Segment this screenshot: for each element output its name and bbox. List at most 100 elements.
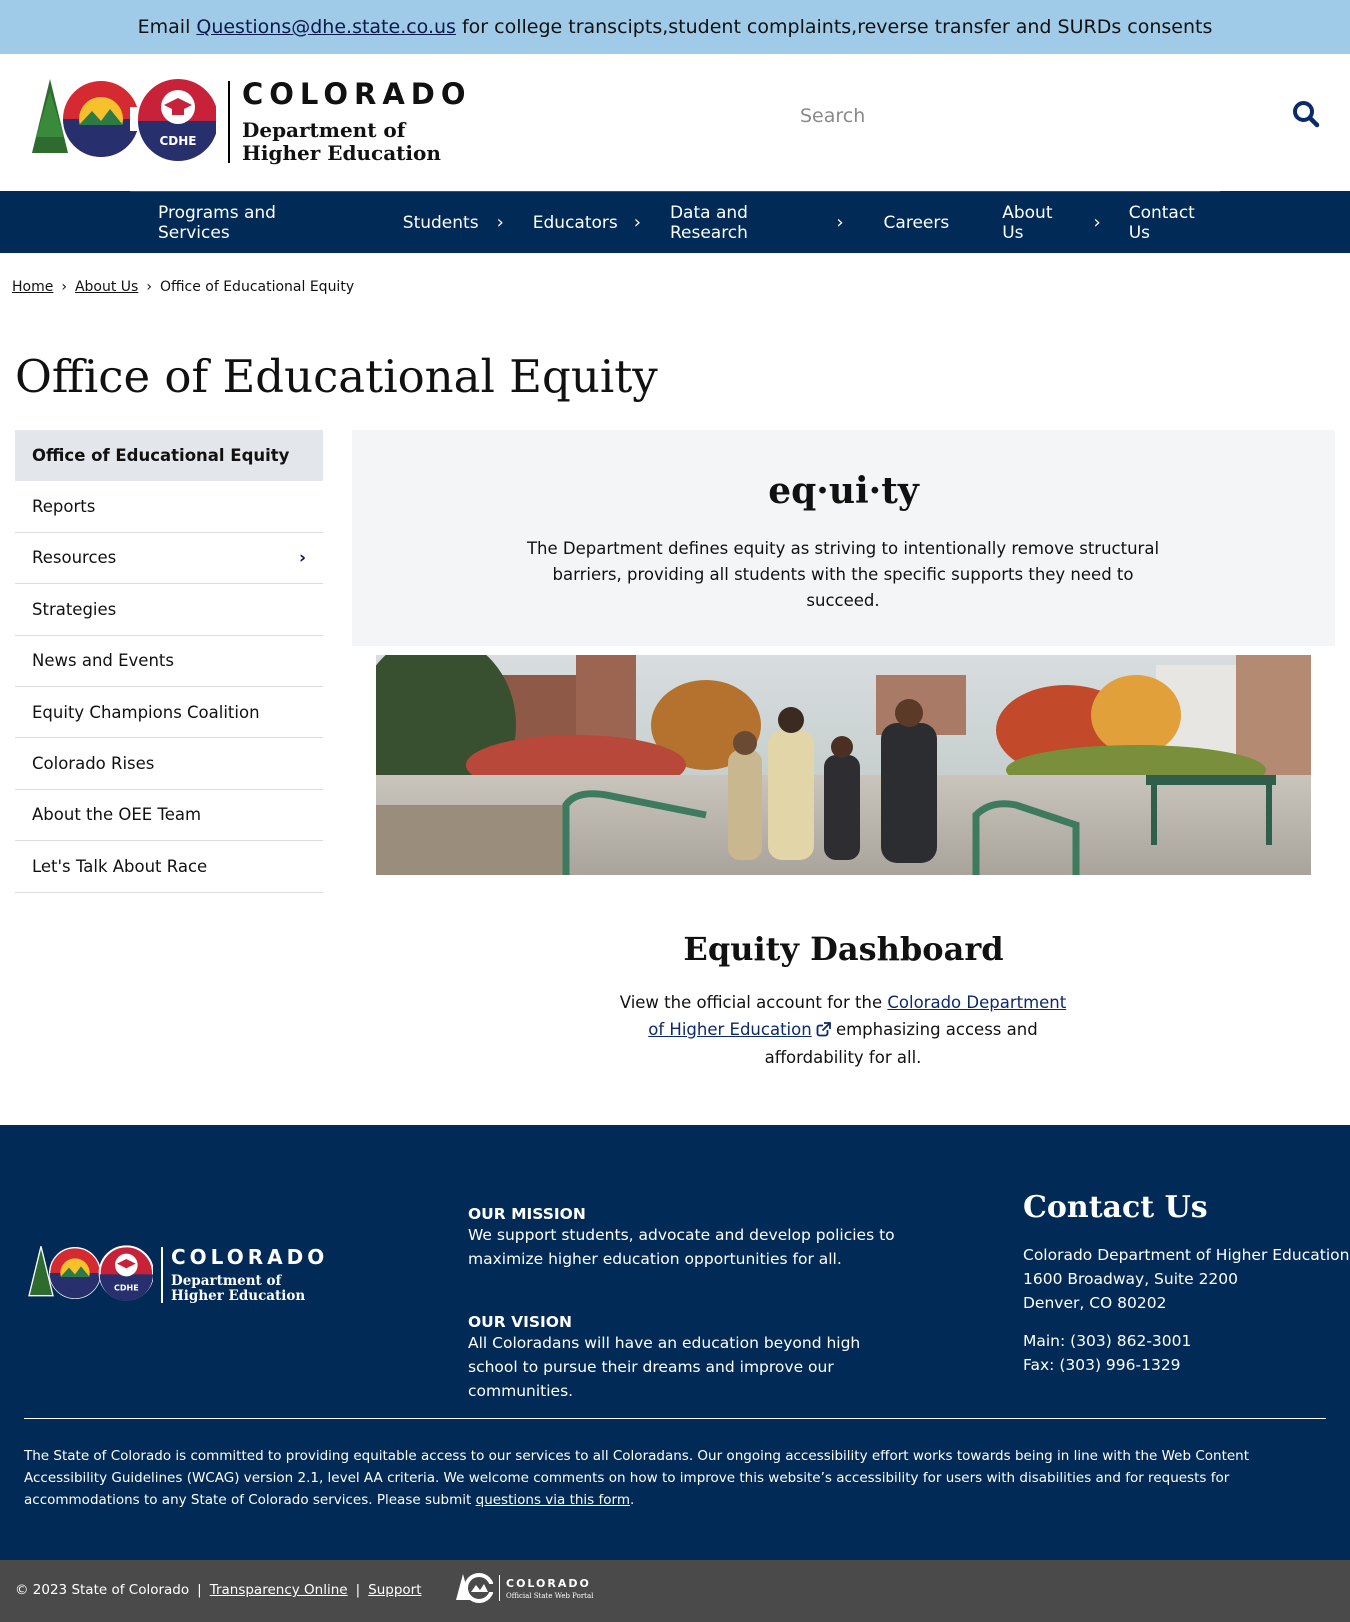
search-icon[interactable] (1292, 100, 1320, 132)
chevron-right-icon[interactable]: › (634, 212, 641, 233)
chevron-right-icon[interactable]: › (299, 548, 306, 568)
nav-label: Contact Us (1128, 202, 1195, 243)
transparency-link[interactable]: Transparency Online (210, 1582, 348, 1598)
footer-logo-dept-line2: Higher Education (171, 1288, 306, 1304)
search-input[interactable] (800, 105, 1240, 127)
footer-address: Colorado Department of Higher Education … (1023, 1243, 1349, 1315)
breadcrumb-about[interactable]: About Us (75, 279, 138, 295)
nav-label: Careers (883, 212, 950, 233)
footer-contact-title: Contact Us (1023, 1190, 1208, 1225)
sidebar-item-label: Strategies (32, 599, 117, 619)
nav-item-students[interactable]: Students › (403, 192, 504, 254)
portal-divider (499, 1575, 500, 1601)
mission-text: We support students, advocate and develo… (468, 1226, 895, 1268)
sidebar-item-label: Let's Talk About Race (32, 856, 208, 876)
search-bar (800, 94, 1320, 138)
sidebar-item-resources[interactable]: Resources › (15, 532, 323, 585)
breadcrumb-home[interactable]: Home (12, 279, 53, 295)
address-line: 1600 Broadway, Suite 2200 (1023, 1270, 1239, 1288)
accessibility-form-link[interactable]: questions via this form (476, 1492, 630, 1508)
support-link[interactable]: Support (368, 1582, 421, 1598)
breadcrumb: Home › About Us › Office of Educational … (12, 279, 354, 295)
nav-item-about[interactable]: About Us › (1002, 192, 1100, 254)
footer-logo[interactable]: CDHE COLORADO Department of Higher Educa… (25, 1245, 328, 1305)
copyright: © 2023 State of Colorado (15, 1582, 190, 1598)
sidebar-item-label: Colorado Rises (32, 754, 155, 774)
alert-prefix: Email (137, 16, 191, 38)
cdhe-logo[interactable]: CDHE COLORADO Department of Higher Educa… (28, 74, 488, 169)
alert-banner: Email Questions@dhe.state.co.us for coll… (0, 0, 1350, 54)
equity-definition: The Department defines equity as strivin… (526, 539, 1160, 610)
page-title: Office of Educational Equity (15, 350, 658, 403)
sidebar-item-colorado-rises[interactable]: Colorado Rises (15, 738, 323, 790)
fax-number: Fax: (303) 996-1329 (1023, 1356, 1181, 1374)
dashboard-description: View the official account for the Colora… (612, 990, 1074, 1072)
sidebar-item-news-events[interactable]: News and Events (15, 635, 323, 687)
sidebar-item-label: Office of Educational Equity (32, 446, 290, 466)
sidebar-item-label: Resources (32, 548, 117, 568)
site-footer: CDHE COLORADO Department of Higher Educa… (0, 1125, 1350, 1560)
vision-heading: OUR VISION (468, 1313, 572, 1331)
pipe-separator: | (197, 1582, 202, 1598)
state-portal-logo[interactable]: COLORADO Official State Web Portal (455, 1572, 593, 1604)
sidebar-item-label: About the OEE Team (32, 805, 202, 825)
sidebar-item-label: Reports (32, 497, 96, 517)
nav-item-careers[interactable]: Careers (884, 192, 950, 254)
logo-state-name: COLORADO (242, 76, 472, 111)
sidebar-item-oee-team[interactable]: About the OEE Team (15, 789, 323, 842)
sidebar-item-equity-champions[interactable]: Equity Champions Coalition (15, 686, 323, 739)
site-header: CDHE COLORADO Department of Higher Educa… (0, 54, 1350, 191)
footer-logo-dept-line1: Department of (171, 1273, 282, 1289)
students-campus-photo (376, 655, 1311, 875)
main-nav: Programs and Services Students › Educato… (0, 191, 1350, 253)
sidebar-item-reports[interactable]: Reports (15, 481, 323, 533)
nav-item-contact[interactable]: Contact Us (1129, 192, 1220, 254)
nav-item-educators[interactable]: Educators › (533, 192, 641, 254)
colorado-c-logo-icon: CDHE (28, 1245, 153, 1301)
footer-logo-state-name: COLORADO (171, 1245, 329, 1269)
chevron-right-icon[interactable]: › (497, 212, 504, 233)
sidebar-item-label: News and Events (32, 651, 174, 671)
logo-badge-text: CDHE (159, 134, 196, 148)
portal-state-name: COLORADO (506, 1576, 591, 1590)
logo-divider (228, 80, 230, 163)
portal-text: COLORADO Official State Web Portal (506, 1577, 593, 1600)
chevron-right-icon[interactable]: › (836, 212, 843, 233)
pipe-separator: | (355, 1582, 361, 1598)
breadcrumb-separator: › (146, 279, 152, 295)
sidebar-item-strategies[interactable]: Strategies (15, 584, 323, 636)
equity-definition-box: eq·ui·ty The Department defines equity a… (352, 430, 1335, 646)
accessibility-statement: The State of Colorado is committed to pr… (24, 1445, 1324, 1511)
dashboard-text-before: View the official account for the (619, 993, 883, 1012)
mission-heading: OUR MISSION (468, 1205, 586, 1223)
nav-item-programs[interactable]: Programs and Services (158, 192, 350, 254)
nav-item-data-research[interactable]: Data and Research › (670, 192, 844, 254)
nav-label: Students (402, 212, 479, 233)
address-line: Colorado Department of Higher Education (1023, 1246, 1350, 1264)
footer-phones: Main: (303) 862-3001 Fax: (303) 996-1329 (1023, 1329, 1191, 1377)
sidebar-item-office[interactable]: Office of Educational Equity (15, 430, 323, 482)
portal-subtitle: Official State Web Portal (506, 1591, 594, 1600)
external-link-icon (816, 1019, 831, 1046)
vision-block: OUR VISION All Coloradans will have an e… (468, 1313, 898, 1403)
dashboard-title: Equity Dashboard (683, 930, 1004, 968)
bottom-bar: © 2023 State of Colorado | Transparency … (0, 1560, 1350, 1622)
bottom-links: © 2023 State of Colorado | Transparency … (15, 1582, 422, 1598)
nav-label: About Us (1002, 202, 1053, 243)
accessibility-text: The State of Colorado is committed to pr… (24, 1448, 1250, 1508)
colorado-c-logo-icon: CDHE (32, 78, 216, 161)
sidebar-item-talk-about-race[interactable]: Let's Talk About Race (15, 841, 323, 893)
breadcrumb-separator: › (61, 279, 67, 295)
nav-label: Data and Research (669, 202, 748, 243)
footer-logo-text: COLORADO Department of Higher Education (171, 1246, 328, 1304)
accessibility-end: . (629, 1492, 635, 1508)
nav-label: Educators (532, 212, 618, 233)
chevron-right-icon[interactable]: › (1094, 212, 1101, 233)
footer-logo-badge-text: CDHE (114, 1283, 139, 1292)
equity-heading: eq·ui·ty (768, 470, 919, 512)
alert-email-link[interactable]: Questions@dhe.state.co.us (196, 16, 456, 38)
sidebar-item-label: Equity Champions Coalition (32, 702, 260, 722)
address-line: Denver, CO 80202 (1023, 1294, 1167, 1312)
main-phone: Main: (303) 862-3001 (1023, 1332, 1192, 1350)
alert-suffix: for college transcipts,student complaint… (461, 16, 1213, 38)
